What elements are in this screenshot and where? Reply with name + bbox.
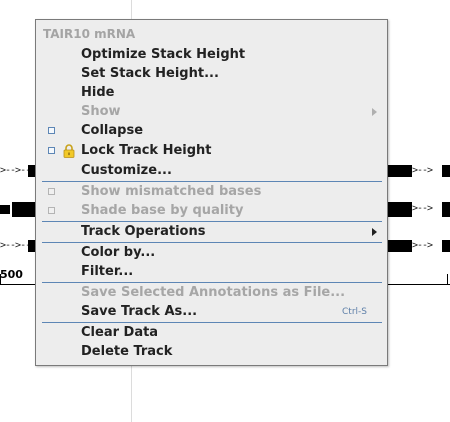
exon-block (442, 202, 450, 217)
menu-item-customize[interactable]: Customize... (36, 161, 387, 181)
menu-item-optimize-stack-height[interactable]: Optimize Stack Height (36, 45, 387, 65)
menu-item-label: Collapse (81, 123, 144, 138)
checkbox-icon[interactable] (48, 147, 55, 154)
menu-item-show-mismatched-bases: Show mismatched bases (36, 182, 387, 202)
submenu-arrow-icon (372, 108, 377, 116)
menu-title: TAIR10 mRNA (43, 27, 136, 41)
menu-item-label: Optimize Stack Height (81, 47, 246, 62)
menu-item-label: Color by... (81, 245, 156, 260)
menu-item-clear-data[interactable]: Clear Data (36, 323, 387, 343)
menu-item-save-selected-annotations: Save Selected Annotations as File... (36, 283, 387, 303)
menu-item-label: Show (81, 104, 121, 119)
menu-item-hide[interactable]: Hide (36, 83, 387, 103)
menu-item-set-stack-height[interactable]: Set Stack Height... (36, 64, 387, 84)
ruler-tick (447, 274, 448, 284)
menu-item-track-operations[interactable]: Track Operations (36, 222, 387, 242)
ruler-label: 500 (0, 268, 23, 281)
exon-block (442, 165, 450, 177)
exon-block (12, 202, 36, 217)
strand-arrows-right: >--> (412, 240, 433, 251)
menu-item-label: Save Selected Annotations as File... (81, 285, 346, 300)
menu-item-label: Delete Track (81, 344, 173, 359)
menu-item-label: Shade base by quality (81, 203, 244, 218)
menu-item-collapse[interactable]: Collapse (36, 121, 387, 141)
menu-item-filter[interactable]: Filter... (36, 262, 387, 282)
checkbox-icon (48, 188, 55, 195)
shortcut-hint: Ctrl-S (342, 307, 367, 317)
ruler-tick (0, 274, 1, 284)
checkbox-icon (48, 207, 55, 214)
menu-item-label: Save Track As... (81, 304, 198, 319)
exon-block (388, 240, 412, 252)
track-context-menu: TAIR10 mRNA Optimize Stack Height Set St… (35, 19, 388, 366)
menu-item-label: Customize... (81, 163, 172, 178)
menu-item-show: Show (36, 102, 387, 122)
menu-item-delete-track[interactable]: Delete Track (36, 342, 387, 362)
lock-icon (63, 144, 75, 158)
menu-item-label: Track Operations (81, 224, 206, 239)
strand-arrows-right: >--> (412, 165, 433, 176)
exon-block (0, 205, 10, 214)
strand-arrows-right: >--> (412, 203, 433, 214)
menu-item-label: Show mismatched bases (81, 184, 262, 199)
menu-item-color-by[interactable]: Color by... (36, 243, 387, 263)
menu-item-save-track-as[interactable]: Save Track As... Ctrl-S (36, 302, 387, 322)
checkbox-icon[interactable] (48, 127, 55, 134)
menu-item-lock-track-height[interactable]: Lock Track Height (36, 141, 387, 161)
menu-item-label: Hide (81, 85, 115, 100)
menu-item-label: Lock Track Height (81, 143, 212, 158)
menu-item-label: Clear Data (81, 325, 159, 340)
submenu-arrow-icon (372, 228, 377, 236)
exon-block (388, 165, 412, 177)
exon-block (388, 202, 412, 217)
menu-item-shade-base-by-quality: Shade base by quality (36, 201, 387, 221)
menu-item-label: Set Stack Height... (81, 66, 219, 81)
menu-item-label: Filter... (81, 264, 134, 279)
exon-block (442, 240, 450, 252)
